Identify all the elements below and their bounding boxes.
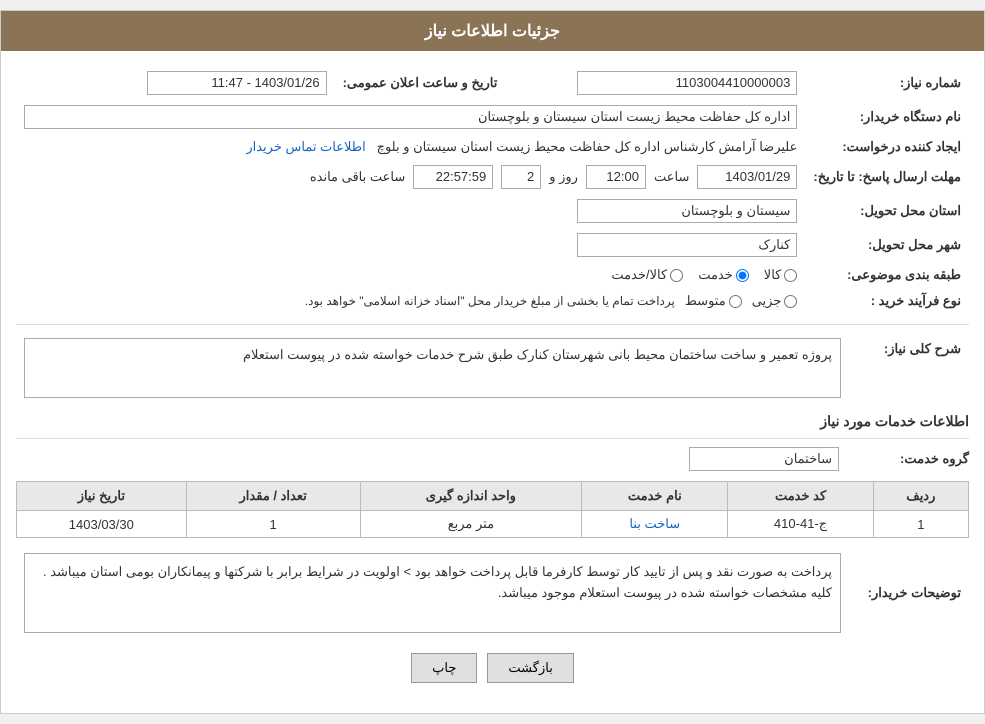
purchase-type-cell: جزیی متوسط پرداخت تمام یا بخشی از مبلغ خ… — [16, 288, 805, 314]
creator-value: علیرضا آرامش کارشناس اداره کل حفاظت محیط… — [377, 139, 798, 154]
info-table-top: شماره نیاز: 1103004410000003 تاریخ و ساع… — [16, 66, 969, 314]
deadline-days-label: روز و — [549, 169, 578, 185]
deadline-remaining: 22:57:59 — [413, 165, 493, 189]
table-row: 1 ج-41-410 ساخت بنا متر مربع 1 1403/03/3… — [17, 511, 969, 538]
need-number-label: شماره نیاز: — [805, 66, 969, 100]
col-header-unit: واحد اندازه گیری — [360, 482, 581, 511]
deadline-time: 12:00 — [586, 165, 646, 189]
col-header-service-name: نام خدمت — [582, 482, 728, 511]
creator-contact-link[interactable]: اطلاعات تماس خریدار — [246, 139, 365, 154]
page-header: جزئیات اطلاعات نیاز — [1, 11, 984, 51]
services-section-title: اطلاعات خدمات مورد نیاز — [16, 413, 969, 430]
date-time-value: 1403/01/26 - 11:47 — [147, 71, 327, 95]
service-group-label: گروه خدمت: — [849, 451, 969, 467]
city-cell: کنارک — [16, 228, 805, 262]
category-khedmat-radio[interactable] — [736, 269, 749, 282]
cell-unit: متر مربع — [360, 511, 581, 538]
city-label: شهر محل تحویل: — [805, 228, 969, 262]
cell-service-code: ج-41-410 — [728, 511, 873, 538]
col-header-quantity: تعداد / مقدار — [186, 482, 360, 511]
category-kala-khedmat-radio[interactable] — [670, 269, 683, 282]
col-header-service-code: کد خدمت — [728, 482, 873, 511]
category-khedmat-label: خدمت — [698, 267, 733, 283]
divider-1 — [16, 324, 969, 325]
category-kala[interactable]: کالا — [764, 267, 798, 283]
deadline-days: 2 — [501, 165, 541, 189]
print-button[interactable]: چاپ — [411, 653, 477, 683]
creator-cell: علیرضا آرامش کارشناس اداره کل حفاظت محیط… — [16, 134, 805, 160]
province-label: استان محل تحویل: — [805, 194, 969, 228]
purchase-type-jozi-radio[interactable] — [784, 295, 797, 308]
services-table: ردیف کد خدمت نام خدمت واحد اندازه گیری ت… — [16, 481, 969, 538]
category-kala-khedmat-label: کالا/خدمت — [611, 267, 667, 283]
back-button[interactable]: بازگشت — [487, 653, 573, 683]
deadline-cell: 1403/01/29 ساعت 12:00 روز و 2 22:57:59 س… — [16, 160, 805, 194]
col-header-date: تاریخ نیاز — [17, 482, 187, 511]
deadline-remaining-label: ساعت باقی مانده — [310, 169, 405, 185]
service-group-row: گروه خدمت: ساختمان — [16, 447, 969, 471]
purchase-type-jozi[interactable]: جزیی — [752, 293, 798, 309]
cell-quantity: 1 — [186, 511, 360, 538]
purchase-type-note: پرداخت تمام یا بخشی از مبلغ خریدار محل "… — [305, 294, 675, 308]
deadline-time-label: ساعت — [654, 169, 689, 185]
category-kala-khedmat[interactable]: کالا/خدمت — [611, 267, 683, 283]
purchase-type-label: نوع فرآیند خرید : — [805, 288, 969, 314]
page-wrapper: جزئیات اطلاعات نیاز شماره نیاز: 11030044… — [0, 10, 985, 714]
deadline-label: مهلت ارسال پاسخ: تا تاریخ: — [805, 160, 969, 194]
purchase-type-mottavasset-label: متوسط — [685, 293, 726, 309]
category-kala-label: کالا — [764, 267, 782, 283]
province-cell: سیستان و بلوچستان — [16, 194, 805, 228]
need-number-value: 1103004410000003 — [577, 71, 797, 95]
buyer-org-cell: اداره کل حفاظت محیط زیست استان سیستان و … — [16, 100, 805, 134]
button-row: بازگشت چاپ — [16, 653, 969, 683]
cell-row-num: 1 — [873, 511, 968, 538]
category-kala-radio[interactable] — [784, 269, 797, 282]
description-label: شرح کلی نیاز: — [849, 333, 969, 403]
purchase-type-mottavasset-radio[interactable] — [729, 295, 742, 308]
page-title: جزئیات اطلاعات نیاز — [425, 23, 560, 40]
need-number-cell: 1103004410000003 — [505, 66, 805, 100]
category-label: طبقه بندی موضوعی: — [805, 262, 969, 288]
description-value: پروژه تعمیر و ساخت ساختمان محیط بانی شهر… — [24, 338, 841, 398]
creator-label: ایجاد کننده درخواست: — [805, 134, 969, 160]
service-group-value: ساختمان — [689, 447, 839, 471]
purchase-type-mottavasset[interactable]: متوسط — [685, 293, 742, 309]
notes-label: توضیحات خریدار: — [849, 548, 969, 638]
description-cell: پروژه تعمیر و ساخت ساختمان محیط بانی شهر… — [16, 333, 849, 403]
buyer-org-value: اداره کل حفاظت محیط زیست استان سیستان و … — [24, 105, 797, 129]
date-time-cell: 1403/01/26 - 11:47 — [16, 66, 335, 100]
buyer-org-label: نام دستگاه خریدار: — [805, 100, 969, 134]
cell-service-name: ساخت بنا — [582, 511, 728, 538]
main-content: شماره نیاز: 1103004410000003 تاریخ و ساع… — [1, 51, 984, 713]
province-value: سیستان و بلوچستان — [577, 199, 797, 223]
notes-value: پرداخت به صورت نقد و پس از تایید کار توس… — [24, 553, 841, 633]
divider-2 — [16, 438, 969, 439]
notes-cell: پرداخت به صورت نقد و پس از تایید کار توس… — [16, 548, 849, 638]
category-khedmat[interactable]: خدمت — [698, 267, 749, 283]
category-cell: کالا خدمت کالا/خدمت — [16, 262, 805, 288]
cell-date: 1403/03/30 — [17, 511, 187, 538]
deadline-date: 1403/01/29 — [697, 165, 797, 189]
date-time-label: تاریخ و ساعت اعلان عمومی: — [335, 66, 506, 100]
col-header-row-num: ردیف — [873, 482, 968, 511]
description-table: شرح کلی نیاز: پروژه تعمیر و ساخت ساختمان… — [16, 333, 969, 403]
notes-table: توضیحات خریدار: پرداخت به صورت نقد و پس … — [16, 548, 969, 638]
purchase-type-jozi-label: جزیی — [752, 293, 782, 309]
city-value: کنارک — [577, 233, 797, 257]
